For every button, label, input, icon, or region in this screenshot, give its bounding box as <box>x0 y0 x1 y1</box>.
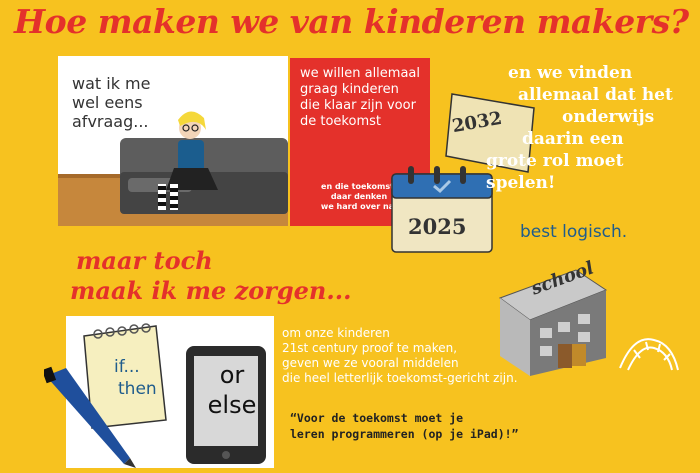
right-text: en we vinden allemaal dat het onderwijs … <box>486 62 698 194</box>
red-card-line: we willen allemaal <box>300 66 420 81</box>
worry-line: maak ik me zorgen... <box>70 276 352 305</box>
notepad-text: if... then <box>114 356 157 400</box>
worry-line: maar toch <box>76 246 213 275</box>
illustration-panel-couch: wat ik me wel eens afvraag... <box>58 56 288 226</box>
middelen-line: geven we ze vooral middelen <box>282 356 459 370</box>
quote-line: “Voor de toekomst moet je <box>290 411 464 425</box>
quote-text: “Voor de toekomst moet je leren programm… <box>290 410 590 442</box>
right-text-line: en we vinden <box>508 63 633 83</box>
worry-heading: maar toch maak ik me zorgen... <box>70 246 351 306</box>
tablet-line: else <box>207 391 257 419</box>
quote-line: leren programmeren (op je iPad)!” <box>290 427 519 441</box>
couch-illustration <box>58 111 288 226</box>
illustration-panel-devices: if... then or else <box>44 316 274 468</box>
climbing-frame-illustration <box>619 338 679 371</box>
right-text-line: daarin een <box>522 129 624 149</box>
page-title: Hoe maken we van kinderen makers? <box>14 2 689 41</box>
tablet-text: or else <box>204 360 260 420</box>
middelen-text: om onze kinderen 21st century proof te m… <box>282 326 572 386</box>
notepad-line: then <box>118 379 157 399</box>
middelen-line: 21st century proof te maken, <box>282 341 458 355</box>
tablet-line: or <box>219 361 245 389</box>
right-text-line: allemaal dat het <box>518 85 673 105</box>
middelen-line: om onze kinderen <box>282 326 390 340</box>
calendar-year-bottom: 2025 <box>408 214 467 239</box>
right-text-line: grote rol moet <box>486 151 624 171</box>
right-text-line: onderwijs <box>562 107 655 127</box>
notepad-line: if... <box>114 357 140 377</box>
right-text-line: spelen! <box>486 173 556 193</box>
middelen-line: die heel letterlijk toekomst-gericht zij… <box>282 371 518 385</box>
best-logisch-text: best logisch. <box>520 222 628 242</box>
